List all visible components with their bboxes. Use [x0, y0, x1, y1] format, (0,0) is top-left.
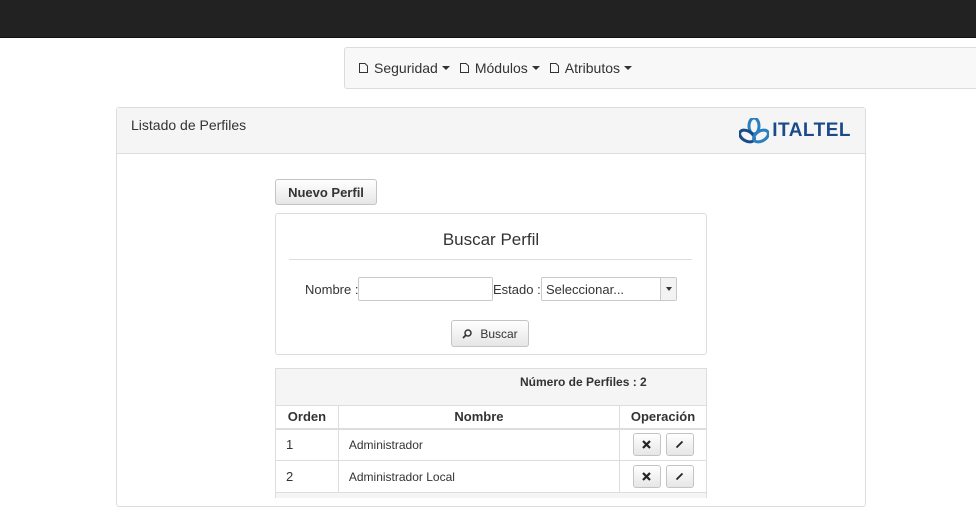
panel-heading: Listado de Perfiles ITALTEL — [117, 108, 865, 154]
estado-select[interactable]: Seleccionar... — [541, 277, 677, 301]
divider — [289, 259, 692, 260]
cell-operacion — [619, 460, 707, 493]
page-title: Listado de Perfiles — [131, 117, 247, 133]
main-navbar: Seguridad Módulos Atributos — [344, 47, 976, 89]
nav-item-label: Seguridad — [374, 60, 438, 76]
table-row: 2 Administrador Local — [275, 460, 707, 493]
cell-nombre: Administrador Local — [337, 460, 621, 493]
table-header-row: Orden Nombre Operación — [275, 405, 707, 430]
document-icon — [549, 63, 559, 73]
pencil-icon — [675, 472, 684, 481]
top-bar — [0, 0, 976, 38]
profile-count: Número de Perfiles : 2 — [520, 375, 647, 389]
document-icon — [459, 63, 469, 73]
italtel-logo-icon — [739, 118, 770, 144]
edit-button[interactable] — [665, 465, 694, 488]
search-profile-box: Buscar Perfil Nombre : Estado : Seleccio… — [275, 213, 707, 355]
logo-text: ITALTEL — [772, 120, 851, 141]
cell-orden: 1 — [275, 428, 339, 461]
italtel-logo: ITALTEL — [739, 118, 851, 144]
nav-item-modulos[interactable]: Módulos — [459, 60, 540, 76]
table-row: 1 Administrador — [275, 428, 707, 461]
profiles-table-panel: Número de Perfiles : 2 Orden Nombre Oper… — [275, 368, 707, 498]
profiles-table: Orden Nombre Operación 1 Administrador 2… — [275, 405, 707, 493]
caret-down-icon — [624, 66, 632, 70]
delete-button[interactable] — [632, 433, 661, 457]
column-header-operacion: Operación — [619, 405, 707, 430]
caret-down-icon — [441, 66, 450, 70]
nav-item-atributos[interactable]: Atributos — [549, 60, 632, 76]
nav-item-label: Módulos — [474, 60, 528, 76]
pencil-icon — [675, 441, 684, 449]
nombre-input[interactable] — [358, 277, 493, 301]
estado-select-value: Seleccionar... — [546, 281, 625, 297]
cell-nombre: Administrador — [337, 428, 621, 461]
delete-button[interactable] — [632, 465, 661, 488]
cell-operacion — [619, 428, 707, 461]
cell-orden: 2 — [275, 460, 339, 493]
edit-button[interactable] — [665, 433, 694, 457]
column-header-nombre[interactable]: Nombre — [337, 405, 621, 430]
document-icon — [359, 63, 368, 73]
search-icon — [462, 328, 473, 339]
nav-item-seguridad[interactable]: Seguridad — [359, 60, 450, 76]
delete-icon — [642, 472, 651, 481]
search-button-label: Buscar — [480, 326, 518, 341]
estado-label: Estado : — [493, 282, 541, 297]
new-profile-button[interactable]: Nuevo Perfil — [275, 179, 377, 205]
delete-icon — [642, 440, 651, 450]
column-header-orden[interactable]: Orden — [275, 405, 339, 430]
search-title: Buscar Perfil — [442, 230, 540, 249]
nav-item-label: Atributos — [564, 60, 620, 76]
caret-down-icon — [531, 66, 540, 70]
select-arrow-icon — [660, 278, 676, 300]
search-button[interactable]: Buscar — [451, 320, 529, 347]
nombre-label: Nombre : — [305, 282, 359, 297]
